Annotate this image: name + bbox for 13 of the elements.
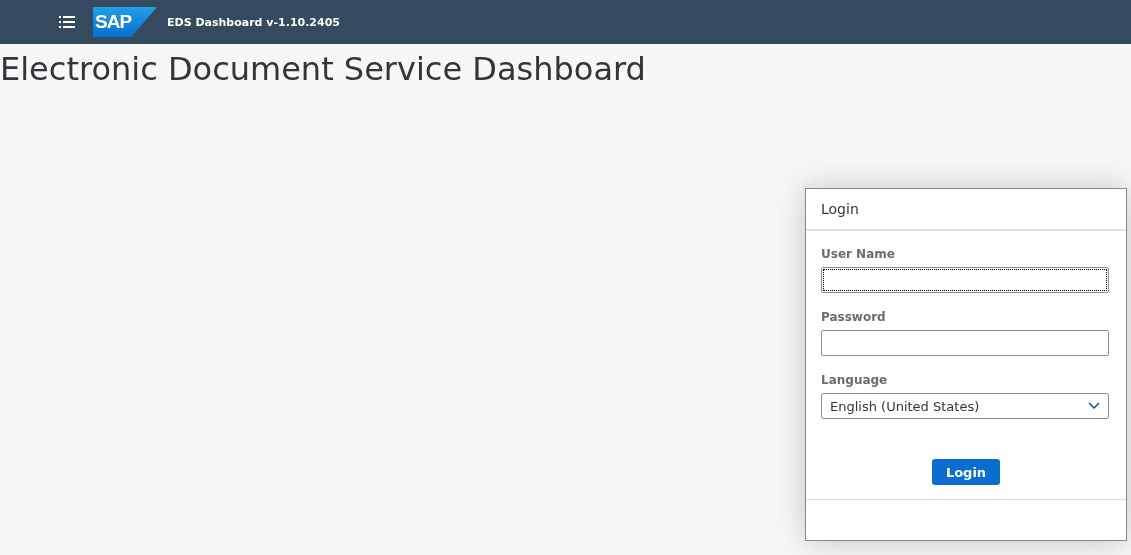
language-select[interactable]: English (United States) <box>821 393 1109 419</box>
page-title: Electronic Document Service Dashboard <box>0 50 647 88</box>
menu-icon[interactable] <box>59 16 75 28</box>
logo: SAP <box>93 7 157 37</box>
field-label: Password <box>821 310 887 324</box>
username-field[interactable] <box>821 267 1109 293</box>
field-label: User Name <box>821 247 896 261</box>
field-label: Language <box>821 373 889 387</box>
login-button[interactable]: Login <box>932 459 1000 485</box>
password-field[interactable] <box>821 330 1109 356</box>
app-title: EDS Dashboard v-1.10.2405 <box>167 15 340 29</box>
chevron-down-icon <box>1088 402 1100 410</box>
dialog-title: Login <box>821 201 859 217</box>
